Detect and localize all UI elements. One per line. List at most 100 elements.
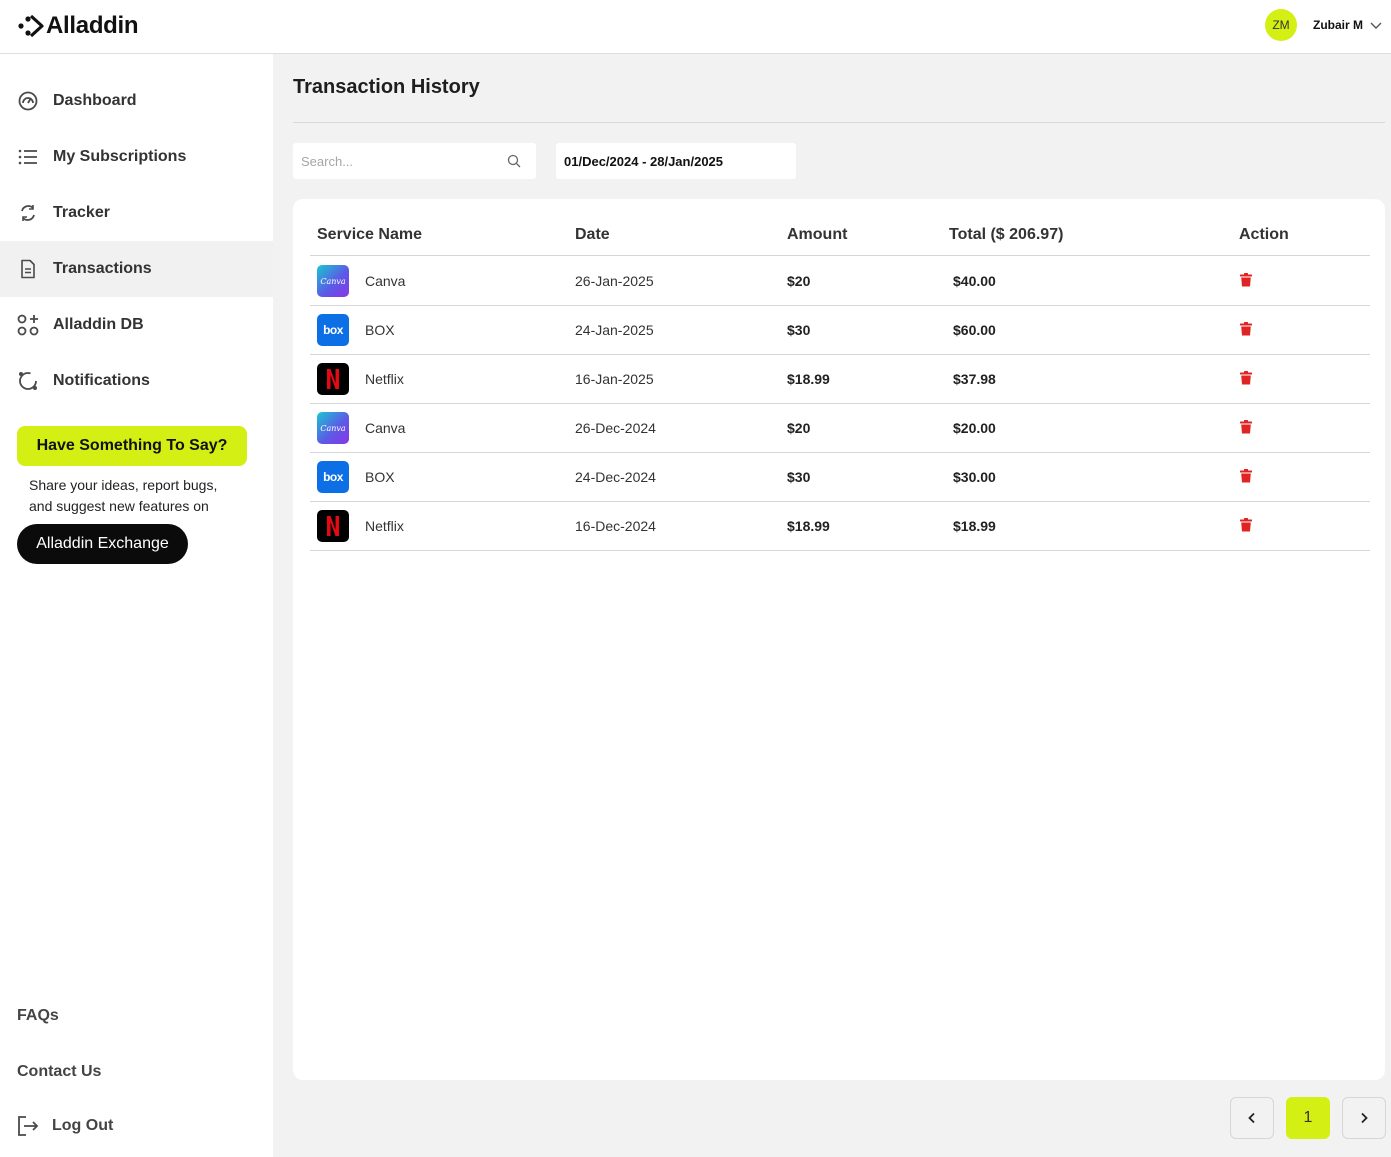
service-name: BOX <box>365 322 395 338</box>
canva-logo-icon: Canva <box>317 412 349 444</box>
table-row[interactable]: Netflix 16-Jan-2025 $18.99 $37.98 <box>310 355 1370 404</box>
logout-label: Log Out <box>52 1117 114 1134</box>
search-input[interactable] <box>293 153 493 169</box>
column-header-amount[interactable]: Amount <box>787 226 847 244</box>
trash-icon <box>1240 322 1252 336</box>
delete-button[interactable] <box>1239 419 1253 435</box>
trash-icon <box>1240 518 1252 532</box>
chevron-left-icon <box>1248 1112 1255 1124</box>
gauge-icon <box>17 90 39 112</box>
sidebar-item-tracker[interactable]: Tracker <box>0 185 273 241</box>
service-name: Netflix <box>365 518 404 534</box>
trash-icon <box>1240 371 1252 385</box>
canva-logo-text: Canva <box>320 423 346 433</box>
grid-plus-icon <box>17 314 39 336</box>
search-icon[interactable] <box>507 154 521 168</box>
transaction-amount: $18.99 <box>787 518 830 534</box>
sidebar-item-label: Transactions <box>53 260 152 277</box>
bell-icon <box>17 370 39 392</box>
transactions-table: Service Name Date Amount Total ($ 206.97… <box>293 199 1385 1080</box>
logout-button[interactable]: Log Out <box>17 1115 113 1137</box>
date-range-picker[interactable]: 01/Dec/2024 - 28/Jan/2025 <box>556 143 796 179</box>
chevron-right-icon <box>1361 1112 1368 1124</box>
refresh-icon <box>17 202 39 224</box>
transaction-total: $20.00 <box>953 420 996 436</box>
alladdin-exchange-button[interactable]: Alladdin Exchange <box>17 524 188 564</box>
canva-logo-text: Canva <box>320 276 346 286</box>
transaction-amount: $18.99 <box>787 371 830 387</box>
column-header-date[interactable]: Date <box>575 226 610 244</box>
netflix-logo-icon <box>317 363 349 395</box>
sidebar-item-label: Notifications <box>53 372 150 389</box>
logo-mark-icon <box>18 14 44 38</box>
canva-logo-icon: Canva <box>317 265 349 297</box>
transaction-amount: $30 <box>787 322 811 338</box>
column-header-action: Action <box>1239 226 1289 243</box>
document-icon <box>17 258 39 280</box>
column-header-service[interactable]: Service Name <box>317 226 422 244</box>
faqs-link[interactable]: FAQs <box>17 1007 59 1025</box>
table-row[interactable]: Netflix 16-Dec-2024 $18.99 $18.99 <box>310 502 1370 551</box>
table-row[interactable]: box BOX 24-Dec-2024 $30 $30.00 <box>310 453 1370 502</box>
delete-button[interactable] <box>1239 321 1253 337</box>
service-name: BOX <box>365 469 395 485</box>
trash-icon <box>1240 273 1252 287</box>
service-name: Canva <box>365 273 406 289</box>
delete-button[interactable] <box>1239 370 1253 386</box>
delete-button[interactable] <box>1239 468 1253 484</box>
transaction-date: 24-Dec-2024 <box>575 469 656 485</box>
trash-icon <box>1240 420 1252 434</box>
box-logo-icon: box <box>317 314 349 346</box>
service-name: Canva <box>365 420 406 436</box>
feedback-text: Share your ideas, report bugs, and sugge… <box>29 477 218 514</box>
transaction-date: 26-Dec-2024 <box>575 420 656 436</box>
transaction-date: 26-Jan-2025 <box>575 273 654 289</box>
table-row[interactable]: box BOX 24-Jan-2025 $30 $60.00 <box>310 306 1370 355</box>
box-logo-icon: box <box>317 461 349 493</box>
table-row[interactable]: Canva Canva 26-Jan-2025 $20 $40.00 <box>310 257 1370 306</box>
user-name[interactable]: Zubair M <box>1313 18 1363 32</box>
logout-icon <box>18 1116 39 1136</box>
transaction-amount: $20 <box>787 420 811 436</box>
delete-button[interactable] <box>1239 517 1253 533</box>
top-bar: Alladdin ZM Zubair M <box>0 0 1391 54</box>
sidebar-item-dashboard[interactable]: Dashboard <box>0 73 273 129</box>
chevron-down-icon[interactable] <box>1369 18 1383 32</box>
avatar[interactable]: ZM <box>1265 9 1297 41</box>
sidebar-item-label: My Subscriptions <box>53 148 187 165</box>
column-header-total[interactable]: Total ($ 206.97) <box>949 226 1063 244</box>
list-icon <box>17 146 39 168</box>
sidebar-item-my-subscriptions[interactable]: My Subscriptions <box>0 129 273 185</box>
box-logo-text: box <box>323 323 343 337</box>
pagination-prev-button[interactable] <box>1230 1097 1274 1139</box>
contact-us-link[interactable]: Contact Us <box>17 1063 101 1081</box>
transaction-date: 24-Jan-2025 <box>575 322 654 338</box>
logo-text: Alladdin <box>46 12 139 39</box>
transaction-total: $60.00 <box>953 322 996 338</box>
transaction-total: $40.00 <box>953 273 996 289</box>
sidebar-item-label: Tracker <box>53 204 110 221</box>
sidebar-item-notifications[interactable]: Notifications <box>0 353 273 409</box>
transaction-total: $30.00 <box>953 469 996 485</box>
alladdin-logo[interactable]: Alladdin <box>18 12 139 40</box>
netflix-logo-icon <box>317 510 349 542</box>
feedback-button[interactable]: Have Something To Say? <box>17 426 247 466</box>
pagination-next-button[interactable] <box>1342 1097 1386 1139</box>
transaction-amount: $30 <box>787 469 811 485</box>
delete-button[interactable] <box>1239 272 1253 288</box>
transaction-date: 16-Dec-2024 <box>575 518 656 534</box>
table-header: Service Name Date Amount Total ($ 206.97… <box>310 216 1370 256</box>
service-name: Netflix <box>365 371 404 387</box>
transaction-date: 16-Jan-2025 <box>575 371 654 387</box>
transaction-total: $18.99 <box>953 518 996 534</box>
transaction-total: $37.98 <box>953 371 996 387</box>
sidebar-item-transactions[interactable]: Transactions <box>0 241 273 297</box>
pagination-page-button[interactable]: 1 <box>1286 1097 1330 1139</box>
search-box[interactable] <box>293 143 536 179</box>
sidebar-item-label: Dashboard <box>53 92 137 109</box>
sidebar-item-alladdin-db[interactable]: Alladdin DB <box>0 297 273 353</box>
user-menu[interactable]: ZM Zubair M <box>1265 9 1391 41</box>
table-row[interactable]: Canva Canva 26-Dec-2024 $20 $20.00 <box>310 404 1370 453</box>
trash-icon <box>1240 469 1252 483</box>
box-logo-text: box <box>323 470 343 484</box>
